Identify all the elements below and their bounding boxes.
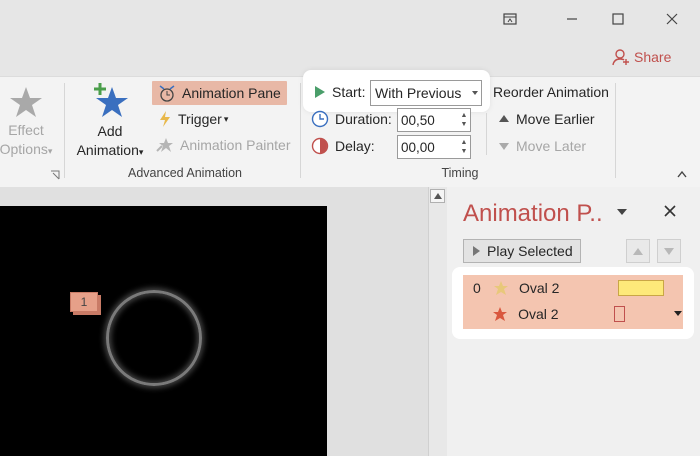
triangle-up-icon (499, 115, 509, 122)
vertical-scrollbar[interactable] (428, 187, 447, 456)
maximize-button[interactable] (598, 6, 638, 32)
move-later-button[interactable]: Move Later (498, 138, 586, 154)
title-bar (0, 0, 700, 76)
move-earlier-button[interactable]: Move Earlier (498, 111, 595, 127)
pane-options-chevron-icon[interactable] (616, 208, 628, 216)
minimize-button[interactable] (552, 6, 592, 32)
ribbon-display-options-button[interactable] (490, 6, 530, 32)
item-name: Oval 2 (519, 280, 560, 296)
painter-star-icon (156, 138, 173, 152)
effect-options-button[interactable]: Effect Options▾ (0, 85, 62, 161)
ribbon: Effect Options▾ Add Animation▾ Animation… (0, 70, 700, 188)
duration-spinner[interactable]: 00,50 ▲ ▼ (397, 108, 471, 132)
play-selected-button[interactable]: Play Selected (463, 239, 581, 263)
move-earlier-label: Move Earlier (516, 111, 595, 127)
animation-pane-title: Animation P.. (463, 200, 603, 227)
trigger-button[interactable]: Trigger ▾ (158, 110, 228, 128)
reorder-animation-title: Reorder Animation (493, 84, 609, 100)
timing-group-label: Timing (441, 166, 479, 180)
duration-value: 00,50 (401, 112, 435, 128)
dialog-launcher-icon[interactable] (50, 170, 60, 180)
entrance-star-icon (494, 281, 508, 295)
chevron-down-icon: ▾ (47, 146, 53, 156)
spin-down-icon[interactable]: ▼ (461, 120, 468, 129)
group-separator (64, 83, 65, 178)
person-add-icon (612, 49, 629, 66)
add-animation-label-1: Add (97, 123, 123, 139)
maximize-icon (612, 13, 624, 25)
chevron-down-icon (472, 91, 478, 95)
minimize-icon (567, 18, 577, 20)
move-down-button[interactable] (657, 239, 681, 263)
item-name: Oval 2 (518, 306, 559, 322)
delay-spinner[interactable]: 00,00 ▲ ▼ (397, 135, 471, 159)
triangle-down-icon (664, 247, 674, 255)
animation-painter-button[interactable]: Animation Painter (156, 137, 291, 153)
share-button[interactable]: Share (612, 48, 671, 66)
trigger-label: Trigger (178, 111, 222, 127)
slide-canvas[interactable]: 1 (0, 206, 327, 456)
delay-clock-icon (311, 137, 329, 155)
start-dropdown[interactable]: With Previous (370, 80, 482, 106)
clock-icon (311, 110, 329, 128)
triangle-up-icon (433, 193, 442, 199)
play-selected-label: Play Selected (487, 243, 573, 259)
exit-star-icon (493, 307, 508, 321)
share-label: Share (634, 49, 672, 65)
start-dropdown-value: With Previous (375, 85, 462, 101)
timeline-bar[interactable] (618, 280, 664, 296)
oval-shape[interactable] (106, 290, 202, 386)
add-animation-button[interactable]: Add Animation▾ (70, 81, 150, 162)
duration-label: Duration: (335, 111, 392, 127)
animation-list: 0 Oval 2 Oval 2 (463, 275, 683, 329)
duration-label-row: Duration: (311, 110, 392, 128)
play-triangle-icon (315, 86, 325, 98)
close-window-button[interactable] (652, 6, 692, 32)
group-separator (300, 83, 301, 178)
chevron-down-icon: ▾ (138, 147, 144, 157)
animation-painter-label: Animation Painter (180, 137, 291, 153)
delay-value: 00,00 (401, 139, 435, 155)
spin-up-icon[interactable]: ▲ (461, 111, 468, 120)
group-separator (615, 83, 616, 178)
scroll-up-button[interactable] (430, 189, 445, 203)
triangle-up-icon (633, 247, 643, 255)
effect-options-label-1: Effect (8, 122, 44, 138)
effect-options-label-2: Options (0, 141, 48, 157)
animation-order-marker[interactable]: 1 (70, 292, 98, 312)
animation-list-item[interactable]: Oval 2 (463, 301, 683, 327)
spin-up-icon[interactable]: ▲ (461, 138, 468, 147)
delay-label: Delay: (335, 138, 375, 154)
move-up-button[interactable] (626, 239, 650, 263)
ribbon-display-icon (503, 13, 517, 25)
add-star-icon (94, 83, 128, 117)
group-separator (486, 113, 487, 155)
collapse-ribbon-icon[interactable] (676, 169, 688, 179)
close-pane-icon[interactable] (664, 205, 676, 217)
animation-list-item[interactable]: 0 Oval 2 (463, 275, 683, 301)
move-later-label: Move Later (516, 138, 587, 154)
chevron-down-icon: ▾ (223, 113, 229, 124)
add-animation-label-2: Animation (76, 142, 139, 158)
close-icon (666, 13, 678, 25)
spin-down-icon[interactable]: ▼ (461, 147, 468, 156)
animation-pane-icon (159, 85, 175, 102)
star-icon (10, 87, 42, 117)
animation-pane-button[interactable]: Animation Pane (152, 81, 287, 105)
start-label: Start: (332, 84, 366, 100)
advanced-animation-group-label: Advanced Animation (128, 166, 242, 180)
timeline-bar[interactable] (614, 306, 626, 322)
play-icon (473, 246, 480, 256)
item-dropdown-icon[interactable] (673, 310, 683, 318)
start-label-row: Start: (314, 84, 365, 100)
animation-pane-label: Animation Pane (182, 85, 281, 101)
item-index: 0 (473, 280, 481, 296)
triangle-down-icon (499, 143, 509, 150)
delay-label-row: Delay: (311, 137, 375, 155)
lightning-icon (160, 111, 170, 127)
